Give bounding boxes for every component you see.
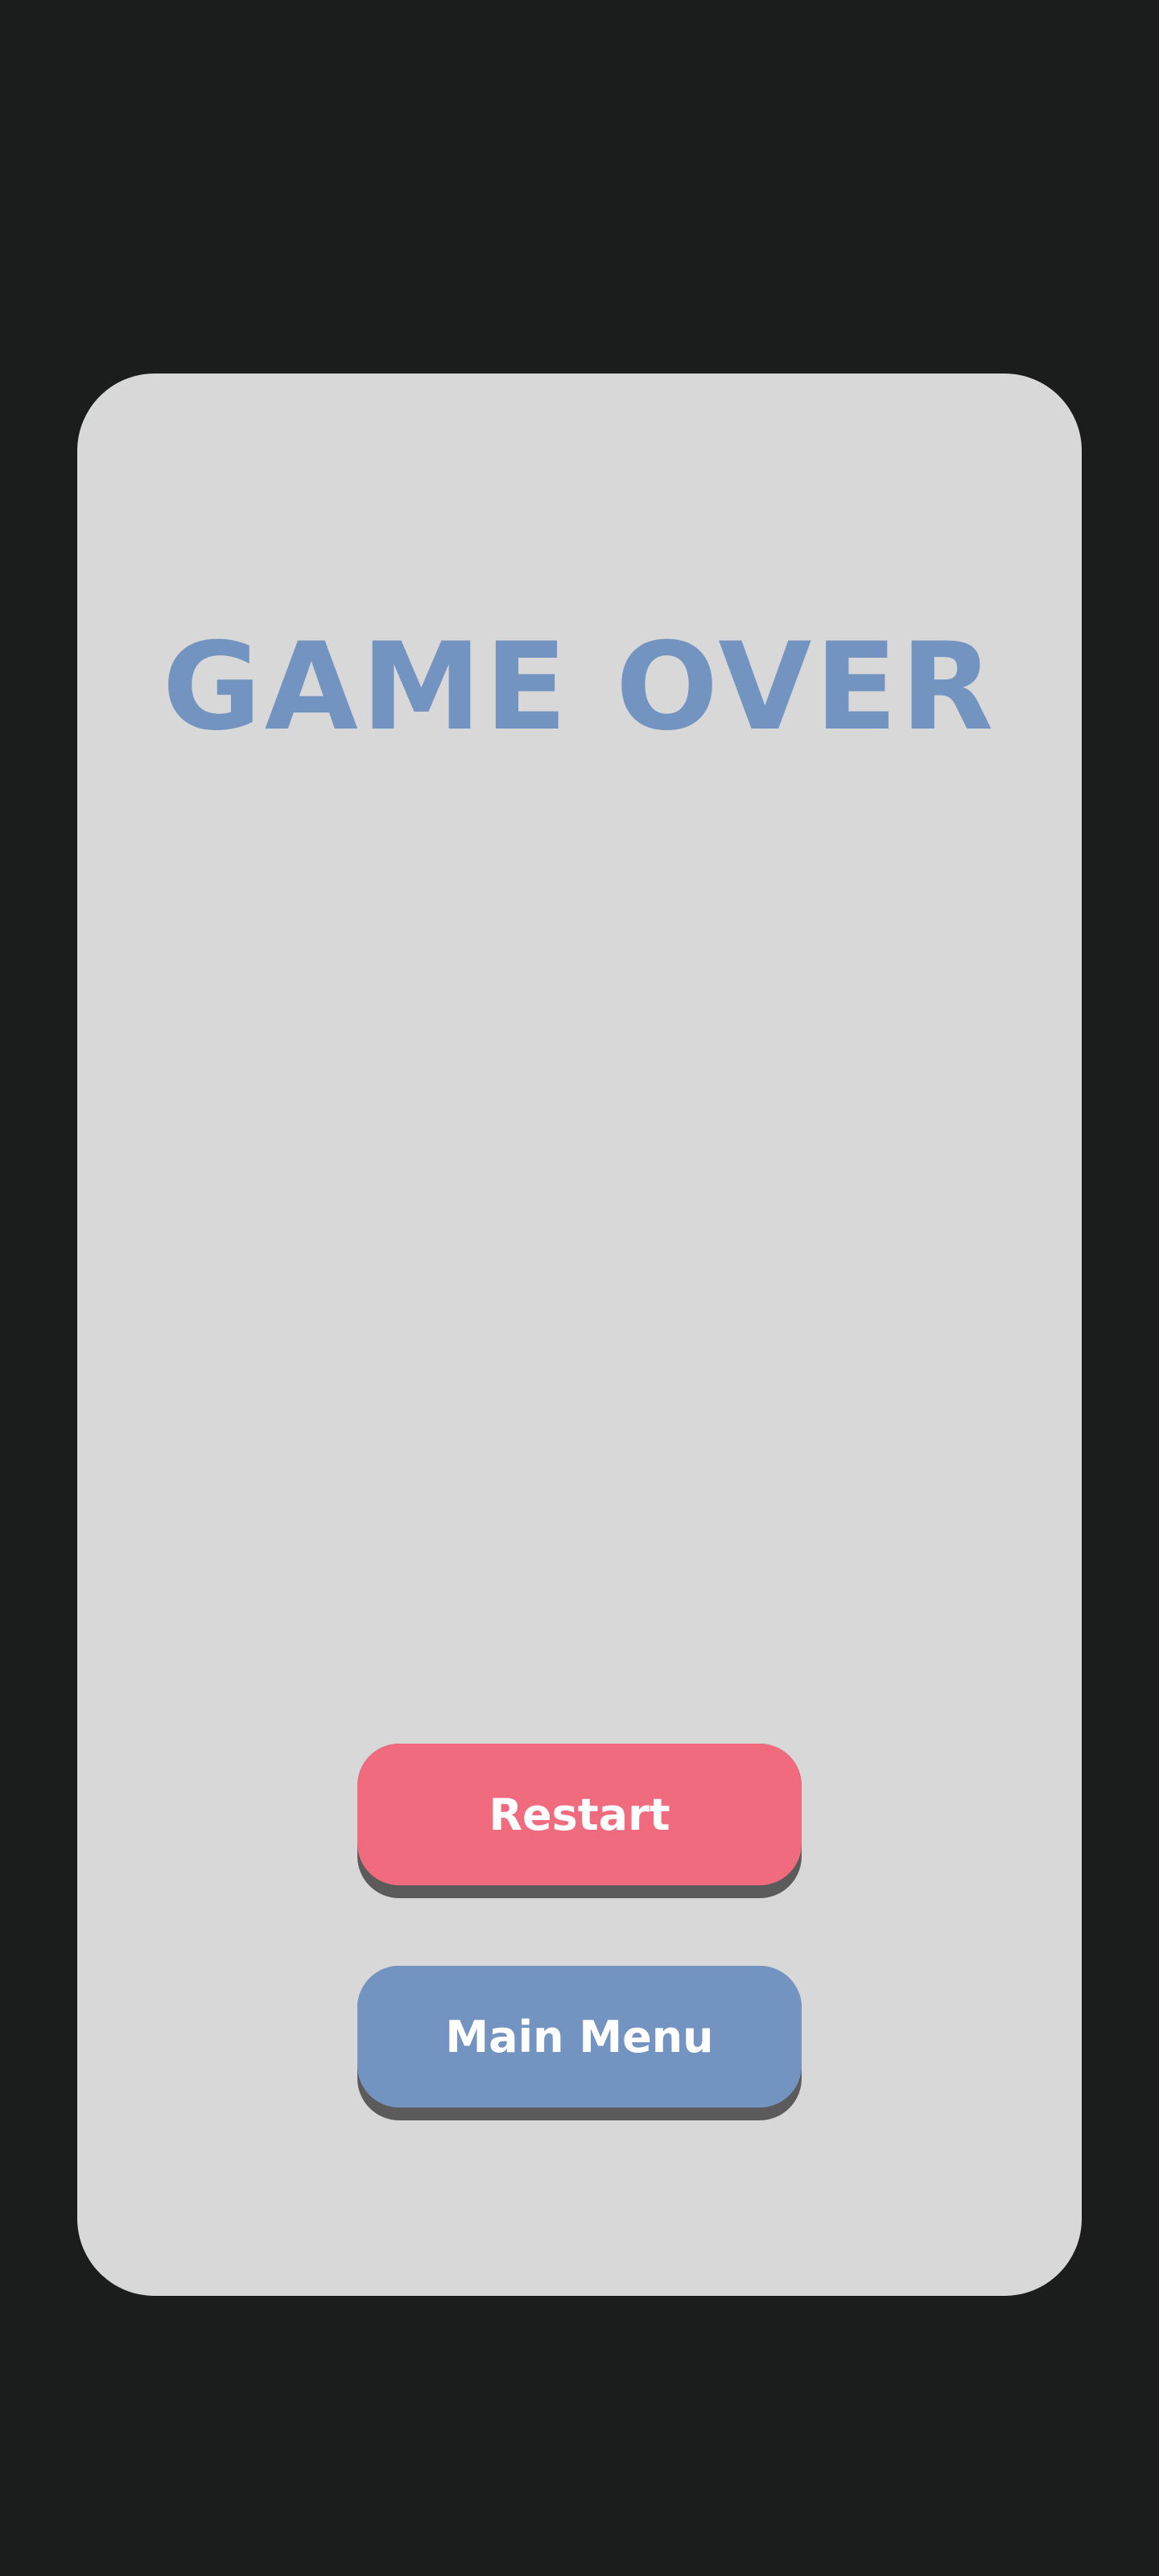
- restart-button[interactable]: Restart: [357, 1744, 802, 1885]
- game-over-panel: GAME OVER Restart Main Menu: [77, 374, 1082, 2296]
- game-over-screen: GAME OVER Restart Main Menu: [0, 0, 1159, 2576]
- main-menu-button-shadow: Main Menu: [357, 1966, 802, 2120]
- restart-button-shadow: Restart: [357, 1744, 802, 1898]
- main-menu-button[interactable]: Main Menu: [357, 1966, 802, 2107]
- game-over-title: GAME OVER: [162, 617, 997, 758]
